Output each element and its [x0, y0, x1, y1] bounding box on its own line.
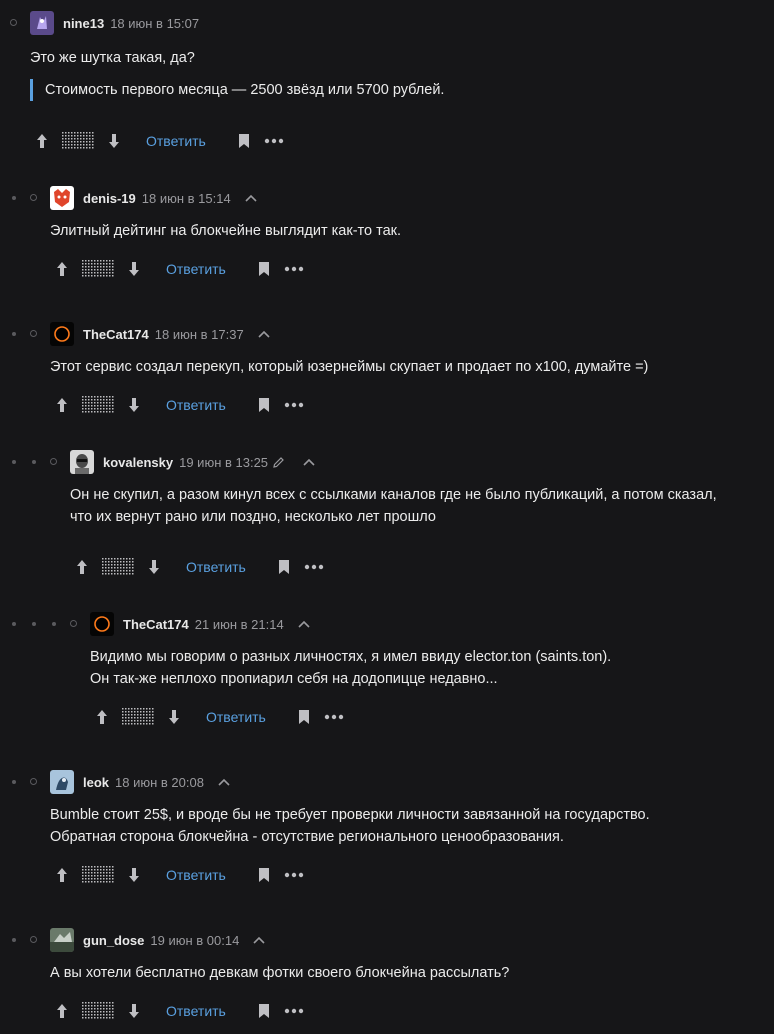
username[interactable]: leok: [83, 775, 109, 790]
vote-up-icon[interactable]: [54, 867, 70, 883]
vote-down-icon[interactable]: [106, 133, 122, 149]
more-icon[interactable]: [284, 266, 304, 272]
comment-date[interactable]: 21 июн в 21:14: [195, 617, 284, 632]
comment-actions: Ответить: [94, 705, 344, 729]
more-icon[interactable]: [264, 138, 284, 144]
username[interactable]: kovalensky: [103, 455, 173, 470]
comment-date[interactable]: 19 июн в 13:25: [179, 455, 268, 470]
comment-date[interactable]: 18 июн в 20:08: [115, 775, 204, 790]
vote-down-icon[interactable]: [126, 397, 142, 413]
avatar[interactable]: [50, 186, 74, 210]
edited-pencil-icon: [272, 456, 285, 469]
avatar[interactable]: [50, 770, 74, 794]
comment-text: Это же шутка такая, да?: [30, 50, 195, 66]
parent-comment-icon[interactable]: [303, 458, 315, 466]
thread-depth-indicator: [0, 929, 40, 949]
comment-actions: Ответить: [34, 129, 284, 153]
vote-down-icon[interactable]: [166, 709, 182, 725]
vote-score-hidden: [102, 558, 134, 576]
reply-button[interactable]: Ответить: [166, 261, 226, 277]
comment-date[interactable]: 19 июн в 00:14: [150, 933, 239, 948]
vote-up-icon[interactable]: [74, 559, 90, 575]
parent-comment-icon[interactable]: [245, 194, 257, 202]
thread-depth-indicator: [0, 323, 40, 343]
comment-text: Этот сервис создал перекуп, который юзер…: [50, 359, 649, 375]
more-icon[interactable]: [284, 402, 304, 408]
more-icon[interactable]: [284, 1008, 304, 1014]
comment-date[interactable]: 18 июн в 17:37: [155, 327, 244, 342]
thread-depth-indicator: [0, 451, 60, 471]
reply-button[interactable]: Ответить: [206, 709, 266, 725]
username[interactable]: denis-19: [83, 191, 136, 206]
username[interactable]: gun_dose: [83, 933, 144, 948]
bookmark-icon[interactable]: [258, 397, 270, 413]
parent-comment-icon[interactable]: [253, 936, 265, 944]
vote-score-hidden: [82, 396, 114, 414]
vote-up-icon[interactable]: [54, 397, 70, 413]
more-icon[interactable]: [284, 872, 304, 878]
comment-header: leok 18 июн в 20:08: [50, 770, 230, 794]
vote-score-hidden: [82, 866, 114, 884]
reply-button[interactable]: Ответить: [166, 1003, 226, 1019]
vote-down-icon[interactable]: [126, 261, 142, 277]
thread-depth-indicator: [0, 771, 40, 791]
vote-score-hidden: [122, 708, 154, 726]
comment-text: Bumble стоит 25$, и вроде бы не требует …: [50, 807, 650, 845]
reply-button[interactable]: Ответить: [166, 397, 226, 413]
parent-comment-icon[interactable]: [298, 620, 310, 628]
blockquote: Стоимость первого месяца — 2500 звёзд ил…: [30, 79, 444, 101]
reply-button[interactable]: Ответить: [186, 559, 246, 575]
vote-score-hidden: [82, 260, 114, 278]
vote-down-icon[interactable]: [126, 1003, 142, 1019]
comment-date[interactable]: 18 июн в 15:14: [142, 191, 231, 206]
bookmark-icon[interactable]: [298, 709, 310, 725]
avatar[interactable]: [90, 612, 114, 636]
comment-actions: Ответить: [54, 863, 304, 887]
vote-down-icon[interactable]: [146, 559, 162, 575]
avatar[interactable]: [30, 11, 54, 35]
vote-down-icon[interactable]: [126, 867, 142, 883]
avatar[interactable]: [70, 450, 94, 474]
avatar[interactable]: [50, 928, 74, 952]
username[interactable]: TheCat174: [83, 327, 149, 342]
reply-button[interactable]: Ответить: [166, 867, 226, 883]
avatar[interactable]: [50, 322, 74, 346]
comment-text: А вы хотели бесплатно девкам фотки своег…: [50, 965, 510, 981]
comment-header: gun_dose 19 июн в 00:14: [50, 928, 265, 952]
more-icon[interactable]: [324, 714, 344, 720]
comment-header: nine13 18 июн в 15:07: [30, 11, 199, 35]
thread-depth-indicator: [0, 187, 40, 207]
comment-date[interactable]: 18 июн в 15:07: [110, 16, 199, 31]
comment-text: Элитный дейтинг на блокчейне выглядит ка…: [50, 223, 402, 239]
thread-depth-indicator: [0, 12, 20, 32]
username[interactable]: nine13: [63, 16, 104, 31]
vote-up-icon[interactable]: [54, 1003, 70, 1019]
comment-header: TheCat174 18 июн в 17:37: [50, 322, 270, 346]
vote-score-hidden: [82, 1002, 114, 1020]
comment-text: Видимо мы говорим о разных личностях, я …: [90, 649, 612, 687]
vote-up-icon[interactable]: [94, 709, 110, 725]
thread-depth-indicator: [0, 613, 80, 633]
username[interactable]: TheCat174: [123, 617, 189, 632]
vote-up-icon[interactable]: [34, 133, 50, 149]
comment-header: kovalensky 19 июн в 13:25: [70, 450, 315, 474]
reply-button[interactable]: Ответить: [146, 133, 206, 149]
more-icon[interactable]: [304, 564, 324, 570]
bookmark-icon[interactable]: [258, 867, 270, 883]
parent-comment-icon[interactable]: [218, 778, 230, 786]
vote-score-hidden: [62, 132, 94, 150]
comment-actions: Ответить: [54, 257, 304, 281]
bookmark-icon[interactable]: [278, 559, 290, 575]
comment-actions: Ответить: [54, 999, 304, 1023]
bookmark-icon[interactable]: [238, 133, 250, 149]
comment-header: TheCat174 21 июн в 21:14: [90, 612, 310, 636]
parent-comment-icon[interactable]: [258, 330, 270, 338]
bookmark-icon[interactable]: [258, 261, 270, 277]
vote-up-icon[interactable]: [54, 261, 70, 277]
comment-actions: Ответить: [54, 393, 304, 417]
comment-header: denis-19 18 июн в 15:14: [50, 186, 257, 210]
comment-actions: Ответить: [74, 555, 324, 579]
bookmark-icon[interactable]: [258, 1003, 270, 1019]
comment-text: Он не скупил, а разом кинул всех с ссылк…: [70, 487, 717, 525]
